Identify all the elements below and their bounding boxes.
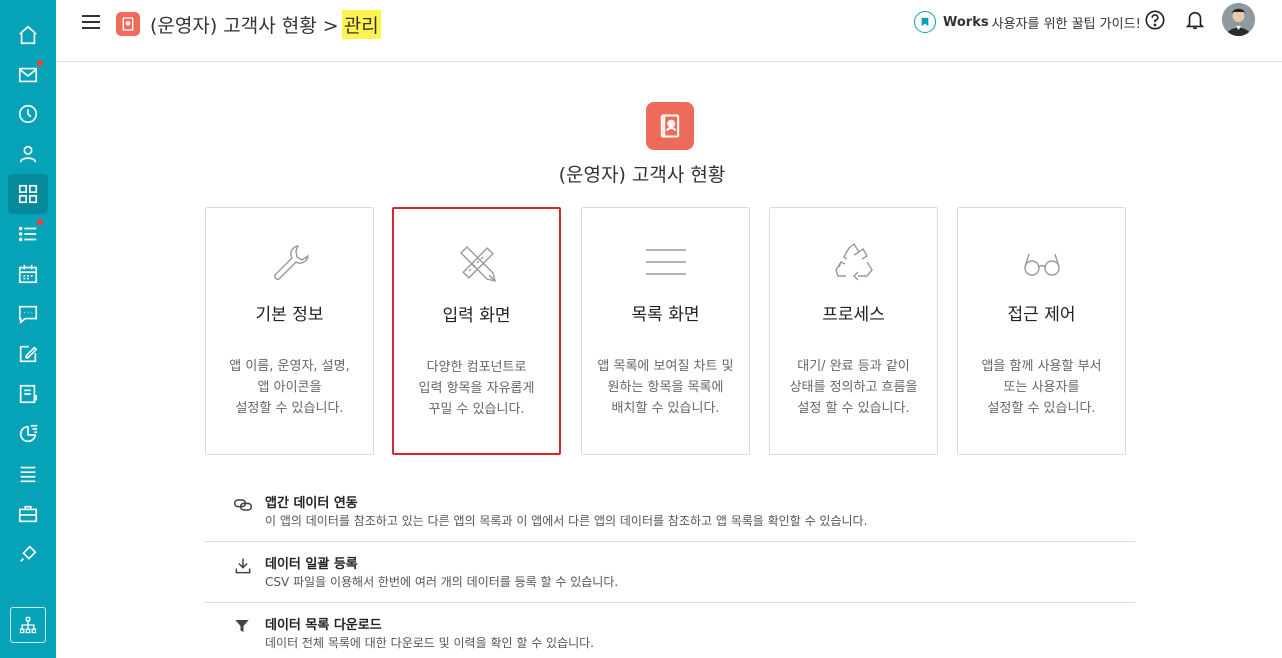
card-title: 입력 화면 <box>442 306 511 326</box>
guide-bold: Works <box>943 14 989 30</box>
report-chart-icon[interactable] <box>8 414 48 454</box>
user-avatar[interactable] <box>1222 3 1255 36</box>
calendar-icon[interactable] <box>8 254 48 294</box>
filter-icon <box>233 617 253 637</box>
chat-icon[interactable] <box>8 294 48 334</box>
row-title: 데이터 일괄 등록 <box>265 557 358 572</box>
card-title: 목록 화면 <box>631 305 700 325</box>
app-title: (운영자) 고객사 현황 <box>558 164 726 186</box>
card-input-screen[interactable]: 입력 화면 다양한 컴포넌트로 입력 항목을 자유롭게 꾸밀 수 있습니다. <box>392 207 561 455</box>
briefcase-icon[interactable] <box>8 494 48 534</box>
help-icon[interactable] <box>1144 9 1166 31</box>
tips-guide-link[interactable]: Works 사용자를 위한 꿀팁 가이드! <box>914 11 1141 33</box>
card-desc: 앱 이름, 운영자, 설명, 앱 아이콘을 설정할 수 있습니다. <box>229 359 350 416</box>
org-chart-icon[interactable] <box>10 607 46 643</box>
board-icon[interactable] <box>8 374 48 414</box>
card-basic-info[interactable]: 기본 정보 앱 이름, 운영자, 설명, 앱 아이콘을 설정할 수 있습니다. <box>205 207 374 455</box>
pin-icon[interactable] <box>8 534 48 574</box>
breadcrumb: (운영자) 고객사 현황 > 관리 <box>150 10 381 39</box>
sidebar <box>0 0 56 658</box>
notification-dot <box>37 60 43 66</box>
row-title: 앱간 데이터 연동 <box>265 496 358 511</box>
row-title: 데이터 목록 다운로드 <box>265 618 382 633</box>
divider <box>205 541 1135 542</box>
bookmark-icon <box>914 11 936 33</box>
top-header: (운영자) 고객사 현황 > 관리 Works 사용자를 위한 꿀팁 가이드! <box>56 0 1282 62</box>
app-book-icon <box>116 12 140 36</box>
home-icon[interactable] <box>8 15 48 55</box>
row-desc: CSV 파일을 이용해서 한번에 여러 개의 데이터를 등록 할 수 있습니다. <box>265 575 619 589</box>
card-list-screen[interactable]: 목록 화면 앱 목록에 보여질 차트 및 원하는 항목을 목록에 배치할 수 있… <box>581 207 750 455</box>
card-desc: 앱을 함께 사용할 부서 또는 사용자를 설정할 수 있습니다. <box>981 359 1102 416</box>
row-desc: 이 앱의 데이터를 참조하고 있는 다른 앱의 목록과 이 앱에서 다른 앱의 … <box>265 514 868 528</box>
recycle-icon <box>770 240 937 284</box>
stack-list-icon[interactable] <box>8 454 48 494</box>
upload-icon <box>233 556 253 576</box>
link-icon <box>233 495 253 515</box>
app-logo-icon <box>646 102 694 150</box>
edit-icon[interactable] <box>8 334 48 374</box>
card-desc: 다양한 컴포넌트로 입력 항목을 자유롭게 꾸밀 수 있습니다. <box>418 360 535 417</box>
card-title: 프로세스 <box>822 305 885 325</box>
glasses-icon <box>958 240 1125 284</box>
row-desc: 데이터 전체 목록에 대한 다운로드 및 이력을 확인 할 수 있습니다. <box>265 636 595 650</box>
notification-dot <box>37 219 43 225</box>
hamburger-menu-icon[interactable] <box>80 11 102 33</box>
list-lines-icon <box>582 240 749 284</box>
task-list-icon[interactable] <box>8 214 48 254</box>
pencil-ruler-icon <box>394 241 559 285</box>
card-process[interactable]: 프로세스 대기/ 완료 등과 같이 상태를 정의하고 흐름을 설정 할 수 있습… <box>769 207 938 455</box>
wrench-icon <box>206 240 373 284</box>
mail-icon[interactable] <box>8 55 48 95</box>
card-title: 접근 제어 <box>1007 305 1076 325</box>
card-access-control[interactable]: 접근 제어 앱을 함께 사용할 부서 또는 사용자를 설정할 수 있습니다. <box>957 207 1126 455</box>
card-desc: 앱 목록에 보여질 차트 및 원하는 항목을 목록에 배치할 수 있습니다. <box>597 359 734 416</box>
clock-icon[interactable] <box>8 94 48 134</box>
breadcrumb-app[interactable]: (운영자) 고객사 현황 > <box>150 11 339 38</box>
guide-text: 사용자를 위한 꿀팁 가이드! <box>991 16 1141 32</box>
bell-icon[interactable] <box>1184 9 1206 31</box>
card-desc: 대기/ 완료 등과 같이 상태를 정의하고 흐름을 설정 할 수 있습니다. <box>789 359 918 416</box>
card-title: 기본 정보 <box>255 305 324 325</box>
breadcrumb-current: 관리 <box>341 10 381 39</box>
divider <box>205 602 1135 603</box>
